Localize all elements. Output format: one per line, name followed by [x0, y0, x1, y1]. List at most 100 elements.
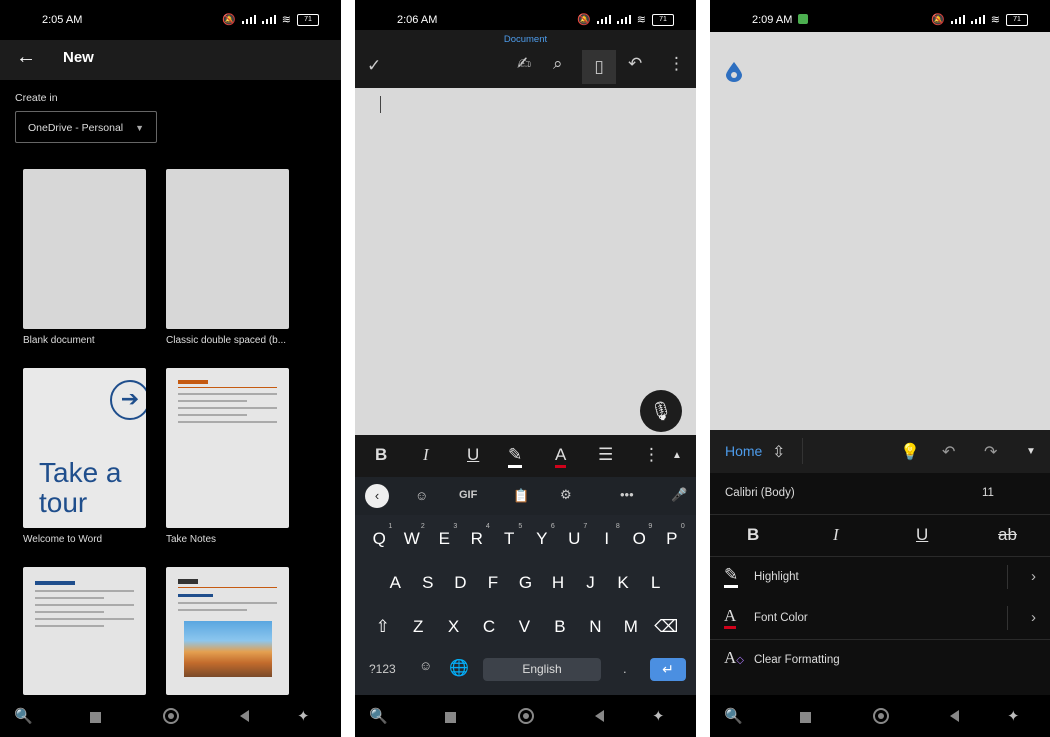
switch-tab-icon[interactable]: ⇳	[772, 442, 785, 462]
key-e[interactable]: E3	[431, 523, 458, 549]
key-i[interactable]: I8	[594, 523, 619, 549]
accessibility-icon[interactable]: ✦	[1007, 707, 1020, 725]
selection-handle-icon[interactable]	[726, 62, 742, 82]
bold-button[interactable]: B	[747, 525, 759, 545]
globe-icon[interactable]: 🌐	[449, 658, 469, 678]
gif-button[interactable]: GIF	[459, 489, 477, 501]
strikethrough-button[interactable]: ab	[998, 525, 1017, 545]
key-k[interactable]: K	[610, 573, 636, 593]
key-o[interactable]: O9	[626, 523, 653, 549]
key-m[interactable]: M	[618, 617, 644, 637]
check-icon[interactable]: ✓	[367, 56, 381, 76]
home-circle-icon[interactable]	[163, 708, 179, 728]
shift-key-icon[interactable]: ⇧	[370, 617, 396, 637]
chevron-right-icon[interactable]: ›	[1031, 568, 1036, 585]
accessibility-icon[interactable]: ✦	[297, 707, 310, 725]
key-c[interactable]: C	[476, 617, 502, 637]
clipboard-icon[interactable]: 📋	[513, 488, 529, 504]
back-triangle-icon[interactable]	[595, 709, 604, 726]
font-name[interactable]: Calibri (Body)	[725, 487, 795, 499]
font-size[interactable]: 11	[982, 487, 994, 499]
document-canvas[interactable]: 🎙	[355, 88, 696, 435]
document-title[interactable]: Document	[355, 34, 696, 45]
key-d[interactable]: D	[447, 573, 473, 593]
home-circle-icon[interactable]	[873, 708, 889, 728]
font-row[interactable]: Calibri (Body) 11	[710, 473, 1050, 515]
key-b[interactable]: B	[547, 617, 573, 637]
recents-icon[interactable]	[800, 710, 811, 727]
font-color-button[interactable]: A	[555, 445, 567, 468]
key-v[interactable]: V	[511, 617, 537, 637]
settings-gear-icon[interactable]: ⚙	[560, 487, 572, 503]
accessibility-icon[interactable]: ✦	[652, 707, 665, 725]
font-color-row[interactable]: A Font Color ›	[710, 598, 1050, 640]
key-s[interactable]: S	[415, 573, 441, 593]
key-n[interactable]: N	[582, 617, 608, 637]
space-bar[interactable]: English	[483, 658, 601, 681]
template-blank-document[interactable]	[23, 169, 146, 329]
key-w[interactable]: W2	[399, 523, 425, 549]
home-circle-icon[interactable]	[518, 708, 534, 728]
key-f[interactable]: F	[480, 573, 506, 593]
more-dots-icon[interactable]: •••	[620, 487, 634, 502]
redo-icon[interactable]: ↷	[984, 442, 997, 462]
template-welcome-to-word[interactable]: ➔ Take a tour	[23, 368, 146, 528]
template-make-a-list[interactable]	[23, 567, 146, 695]
undo-icon[interactable]: ↶	[942, 442, 955, 462]
pen-icon[interactable]: ✍	[517, 54, 531, 74]
template-take-notes[interactable]	[166, 368, 289, 528]
recents-icon[interactable]	[90, 710, 101, 727]
emoji-key-icon[interactable]: ☺	[419, 658, 432, 673]
highlight-row[interactable]: ✎ Highlight ›	[710, 557, 1050, 599]
key-g[interactable]: G	[512, 573, 538, 593]
ribbon-tab-home[interactable]: Home	[725, 443, 762, 459]
back-triangle-icon[interactable]	[950, 709, 959, 726]
enter-key[interactable]: ↵	[650, 658, 686, 681]
bullet-list-icon[interactable]: ☰	[598, 445, 613, 465]
chevron-right-icon[interactable]: ›	[1031, 609, 1036, 626]
key-x[interactable]: X	[441, 617, 467, 637]
key-p[interactable]: P0	[659, 523, 685, 549]
key-l[interactable]: L	[643, 573, 669, 593]
key-z[interactable]: Z	[405, 617, 431, 637]
numbered-list-icon[interactable]: ⋮	[643, 445, 660, 465]
location-dropdown[interactable]: OneDrive - Personal ▼	[15, 111, 157, 143]
recents-icon[interactable]	[445, 710, 456, 727]
key-t[interactable]: T5	[496, 523, 522, 549]
symbols-key[interactable]: ?123	[369, 662, 396, 676]
sticker-icon[interactable]: ☺	[415, 488, 428, 503]
collapse-arrow-icon[interactable]: ‹	[365, 484, 389, 508]
period-key[interactable]: .	[623, 661, 627, 676]
italic-button[interactable]: I	[423, 445, 429, 465]
key-q[interactable]: Q1	[366, 523, 393, 549]
underline-button[interactable]: U	[916, 525, 928, 545]
key-y[interactable]: Y6	[529, 523, 555, 549]
lightbulb-icon[interactable]: 💡	[900, 442, 920, 462]
key-a[interactable]: A	[382, 573, 408, 593]
phone-view-icon[interactable]: ▯	[582, 50, 616, 84]
document-canvas[interactable]	[710, 32, 1050, 430]
template-title-photo[interactable]	[166, 567, 289, 695]
key-r[interactable]: R4	[464, 523, 490, 549]
more-options-icon[interactable]: ⋮	[668, 54, 685, 74]
bold-button[interactable]: B	[375, 445, 387, 465]
search-icon[interactable]: ⌕	[553, 54, 563, 74]
key-j[interactable]: J	[578, 573, 604, 593]
magnifier-icon[interactable]: 🔍	[724, 707, 743, 725]
magnifier-icon[interactable]: 🔍	[369, 707, 388, 725]
underline-button[interactable]: U	[467, 445, 479, 465]
dictate-mic-button[interactable]: 🎙	[640, 390, 682, 432]
template-classic-double-spaced[interactable]	[166, 169, 289, 329]
undo-icon[interactable]: ↶	[628, 54, 642, 74]
backspace-key-icon[interactable]: ⌫	[653, 617, 679, 637]
back-triangle-icon[interactable]	[240, 709, 249, 726]
clear-formatting-row[interactable]: A◇ Clear Formatting	[710, 640, 1050, 695]
italic-button[interactable]: I	[833, 525, 839, 545]
key-h[interactable]: H	[545, 573, 571, 593]
collapse-ribbon-icon[interactable]: ▼	[1026, 446, 1036, 457]
expand-caret-icon[interactable]: ▲	[672, 450, 682, 461]
magnifier-icon[interactable]: 🔍	[14, 707, 33, 725]
voice-mic-icon[interactable]: 🎤	[671, 487, 687, 503]
highlight-pen-icon[interactable]: ✎	[508, 445, 523, 468]
key-u[interactable]: U7	[561, 523, 587, 549]
